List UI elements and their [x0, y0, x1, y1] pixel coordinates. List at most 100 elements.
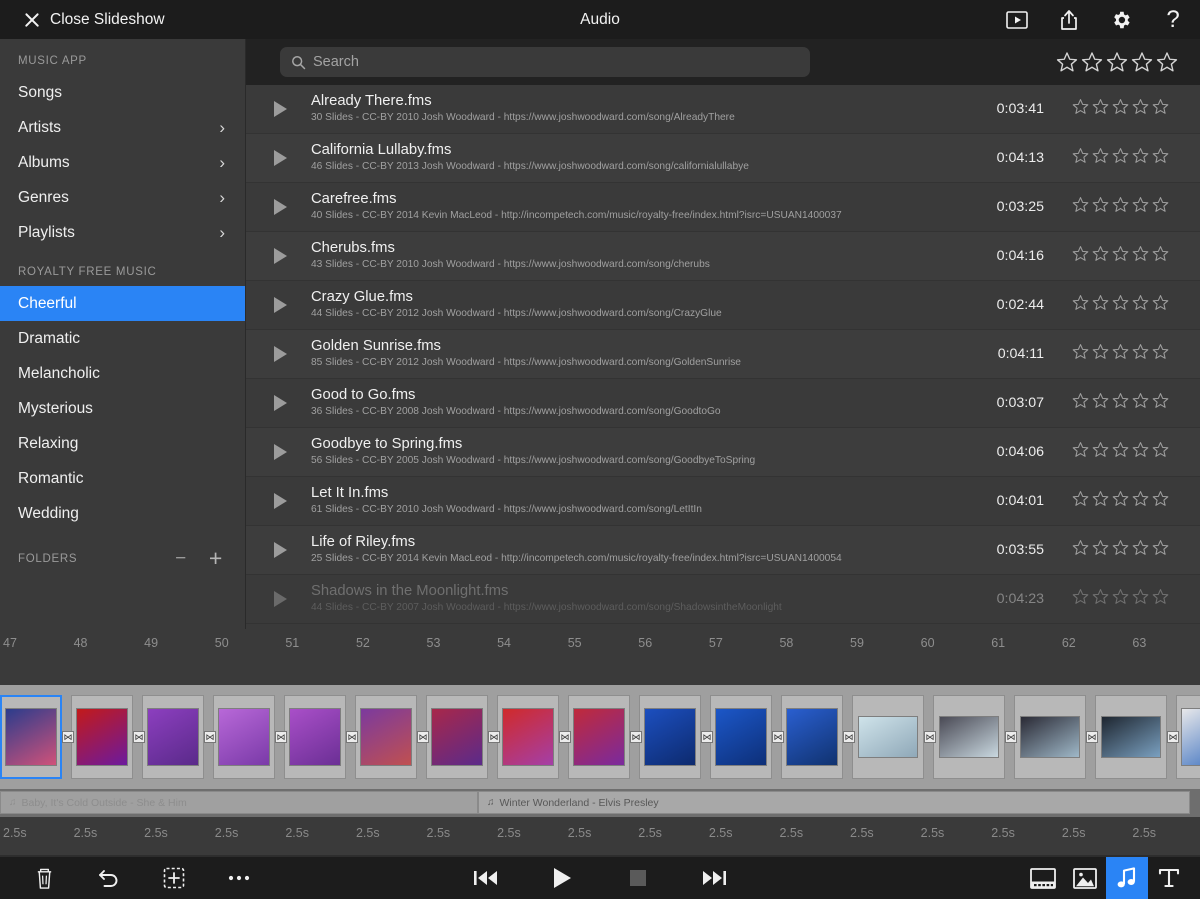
- undo-icon[interactable]: [94, 863, 124, 893]
- tab-text[interactable]: [1148, 857, 1190, 899]
- rating-star-1[interactable]: [1072, 98, 1089, 120]
- play-icon[interactable]: [274, 199, 287, 215]
- rating-star-4[interactable]: [1132, 245, 1149, 267]
- close-slideshow-button[interactable]: Close Slideshow: [24, 11, 165, 29]
- tab-slides[interactable]: [1022, 857, 1064, 899]
- transition-button[interactable]: ⋈: [1005, 731, 1017, 743]
- rating-star-5[interactable]: [1152, 539, 1169, 561]
- rating-star-4[interactable]: [1132, 490, 1149, 512]
- rating-star-2[interactable]: [1092, 245, 1109, 267]
- rating-star-1[interactable]: [1072, 539, 1089, 561]
- rating-star-4[interactable]: [1132, 588, 1149, 610]
- share-icon[interactable]: [1056, 7, 1082, 33]
- rating-star-1[interactable]: [1072, 294, 1089, 316]
- rating-star-3[interactable]: [1112, 147, 1129, 169]
- rating-star-3[interactable]: [1112, 98, 1129, 120]
- rating-star-1[interactable]: [1072, 245, 1089, 267]
- table-row[interactable]: Let It In.fms 61 Slides - CC-BY 2010 Josh…: [246, 477, 1200, 526]
- sidebar-item-genres[interactable]: Genres ›: [0, 180, 245, 215]
- filmstrip-slide[interactable]: ⋈: [71, 695, 145, 779]
- transition-button[interactable]: ⋈: [843, 731, 855, 743]
- play-icon[interactable]: [274, 101, 287, 117]
- rating-star-1[interactable]: [1072, 441, 1089, 463]
- rating-star-3[interactable]: [1112, 441, 1129, 463]
- add-folder-button[interactable]: +: [209, 547, 223, 570]
- transition-button[interactable]: ⋈: [630, 731, 642, 743]
- play-icon[interactable]: [274, 395, 287, 411]
- rating-star-5[interactable]: [1152, 490, 1169, 512]
- sidebar-item-songs[interactable]: Songs: [0, 75, 245, 110]
- play-icon[interactable]: [274, 150, 287, 166]
- song-rating[interactable]: [1072, 294, 1200, 316]
- rating-star-5[interactable]: [1152, 441, 1169, 463]
- play-icon[interactable]: [274, 297, 287, 313]
- rating-star-4[interactable]: [1132, 98, 1149, 120]
- header-star-2[interactable]: [1081, 51, 1103, 78]
- filmstrip-slide[interactable]: ⋈: [355, 695, 429, 779]
- rating-star-1[interactable]: [1072, 392, 1089, 414]
- play-icon[interactable]: [274, 248, 287, 264]
- rating-star-5[interactable]: [1152, 588, 1169, 610]
- song-rating[interactable]: [1072, 245, 1200, 267]
- song-rating[interactable]: [1072, 392, 1200, 414]
- filmstrip-slide[interactable]: ⋈: [1095, 695, 1179, 779]
- rating-star-4[interactable]: [1132, 539, 1149, 561]
- delete-icon[interactable]: [29, 863, 59, 893]
- song-rating[interactable]: [1072, 196, 1200, 218]
- sidebar-item-mysterious[interactable]: Mysterious: [0, 391, 245, 426]
- rating-star-5[interactable]: [1152, 392, 1169, 414]
- rating-star-3[interactable]: [1112, 588, 1129, 610]
- rating-star-3[interactable]: [1112, 392, 1129, 414]
- audio-track[interactable]: ♫ Winter Wonderland - Elvis Presley: [478, 791, 1190, 814]
- rating-star-3[interactable]: [1112, 539, 1129, 561]
- rating-star-4[interactable]: [1132, 196, 1149, 218]
- table-row[interactable]: Already There.fms 30 Slides - CC-BY 2010 …: [246, 85, 1200, 134]
- song-rating[interactable]: [1072, 490, 1200, 512]
- transition-button[interactable]: ⋈: [275, 731, 287, 743]
- song-rating[interactable]: [1072, 98, 1200, 120]
- header-rating-filter[interactable]: [1056, 51, 1178, 78]
- rating-star-2[interactable]: [1092, 98, 1109, 120]
- filmstrip-slide[interactable]: ⋈: [933, 695, 1017, 779]
- filmstrip-slide[interactable]: ⋈: [0, 695, 74, 779]
- more-icon[interactable]: [224, 863, 254, 893]
- add-slide-icon[interactable]: [159, 863, 189, 893]
- rating-star-1[interactable]: [1072, 147, 1089, 169]
- rating-star-1[interactable]: [1072, 490, 1089, 512]
- table-row[interactable]: Life of Riley.fms 25 Slides - CC-BY 2014 …: [246, 526, 1200, 575]
- play-button[interactable]: [547, 863, 577, 893]
- song-rating[interactable]: [1072, 343, 1200, 365]
- tab-photos[interactable]: [1064, 857, 1106, 899]
- filmstrip-slide[interactable]: ⋈: [213, 695, 287, 779]
- audio-track[interactable]: ♫ Baby, It's Cold Outside - She & Him: [0, 791, 478, 814]
- song-list[interactable]: Already There.fms 30 Slides - CC-BY 2010 …: [246, 85, 1200, 629]
- rating-star-4[interactable]: [1132, 392, 1149, 414]
- filmstrip-slide[interactable]: ⋈: [284, 695, 358, 779]
- transition-button[interactable]: ⋈: [1086, 731, 1098, 743]
- rating-star-2[interactable]: [1092, 147, 1109, 169]
- transition-button[interactable]: ⋈: [559, 731, 571, 743]
- table-row[interactable]: Carefree.fms 40 Slides - CC-BY 2014 Kevin…: [246, 183, 1200, 232]
- rating-star-3[interactable]: [1112, 343, 1129, 365]
- sidebar-item-wedding[interactable]: Wedding: [0, 496, 245, 531]
- rating-star-2[interactable]: [1092, 294, 1109, 316]
- sidebar-item-relaxing[interactable]: Relaxing: [0, 426, 245, 461]
- transition-button[interactable]: ⋈: [346, 731, 358, 743]
- rating-star-5[interactable]: [1152, 98, 1169, 120]
- rating-star-4[interactable]: [1132, 343, 1149, 365]
- filmstrip-slide[interactable]: ⋈: [568, 695, 642, 779]
- filmstrip-slide[interactable]: ⋈: [497, 695, 571, 779]
- table-row[interactable]: Golden Sunrise.fms 85 Slides - CC-BY 2012…: [246, 330, 1200, 379]
- filmstrip-slide[interactable]: ⋈: [142, 695, 216, 779]
- play-icon[interactable]: [274, 542, 287, 558]
- stop-button[interactable]: [623, 863, 653, 893]
- table-row[interactable]: Good to Go.fms 36 Slides - CC-BY 2008 Jos…: [246, 379, 1200, 428]
- rating-star-2[interactable]: [1092, 196, 1109, 218]
- song-rating[interactable]: [1072, 588, 1200, 610]
- rating-star-2[interactable]: [1092, 343, 1109, 365]
- filmstrip-slide[interactable]: ⋈: [852, 695, 936, 779]
- header-star-4[interactable]: [1131, 51, 1153, 78]
- filmstrip-slide[interactable]: ⋈: [781, 695, 855, 779]
- song-rating[interactable]: [1072, 147, 1200, 169]
- sidebar-item-artists[interactable]: Artists ›: [0, 110, 245, 145]
